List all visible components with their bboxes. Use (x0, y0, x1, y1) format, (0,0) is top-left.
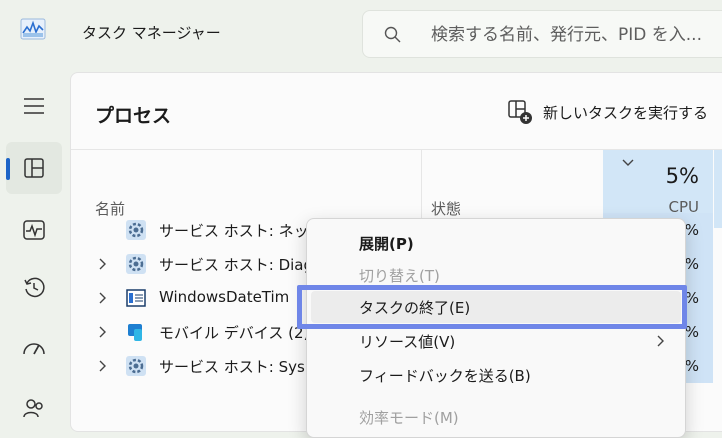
process-name: サービス ホスト: SysM (159, 358, 318, 376)
performance-chart-icon (20, 18, 46, 40)
chevron-right-icon[interactable] (99, 258, 107, 270)
window-icon (126, 289, 146, 307)
nav-users[interactable] (6, 382, 62, 434)
processes-icon (24, 158, 44, 178)
history-icon (24, 277, 45, 298)
nav-startup-apps[interactable] (6, 322, 62, 374)
process-name: サービス ホスト: Diag (159, 256, 314, 274)
chevron-right-icon[interactable] (99, 360, 107, 372)
hamburger-menu-button[interactable] (6, 80, 62, 132)
nav-performance[interactable] (6, 204, 62, 256)
menu-icon (24, 98, 44, 114)
active-indicator (6, 158, 10, 180)
process-name: モバイル デバイス (2) (159, 324, 310, 342)
run-new-task-label: 新しいタスクを実行する (543, 103, 709, 122)
new-task-icon (508, 100, 532, 124)
nav-processes[interactable] (6, 142, 62, 194)
gear-icon (126, 220, 146, 240)
page-title: プロセス (95, 105, 172, 127)
heartbeat-icon (23, 220, 45, 240)
search-box[interactable] (362, 10, 722, 59)
run-new-task-button[interactable]: 新しいタスクを実行する (507, 97, 708, 127)
nav-app-history[interactable] (6, 262, 62, 314)
mobile-device-icon (128, 324, 142, 341)
process-name: WindowsDateTim (159, 288, 290, 306)
menu-item-expand[interactable]: 展開(P) (311, 227, 681, 259)
highlight-box (297, 285, 687, 329)
process-name: サービス ホスト: ネット (159, 222, 324, 240)
chevron-right-icon (657, 335, 664, 347)
menu-item-resource-values[interactable]: リソース値(V) (311, 325, 681, 357)
menu-item-efficiency-mode: 効率モード(M) (359, 409, 459, 427)
gear-icon (126, 254, 146, 274)
search-icon (384, 26, 401, 43)
chevron-right-icon[interactable] (99, 292, 107, 304)
app-title: タスク マネージャー (82, 24, 221, 42)
search-input[interactable] (429, 11, 722, 59)
chevron-down-icon (622, 159, 634, 166)
menu-item-send-feedback[interactable]: フィードバックを送る(B) (311, 359, 681, 391)
speedometer-icon (23, 343, 45, 355)
cpu-total-percent: 5% (665, 164, 699, 188)
chevron-right-icon[interactable] (99, 326, 107, 338)
gear-icon (126, 356, 146, 376)
users-icon (23, 399, 43, 418)
